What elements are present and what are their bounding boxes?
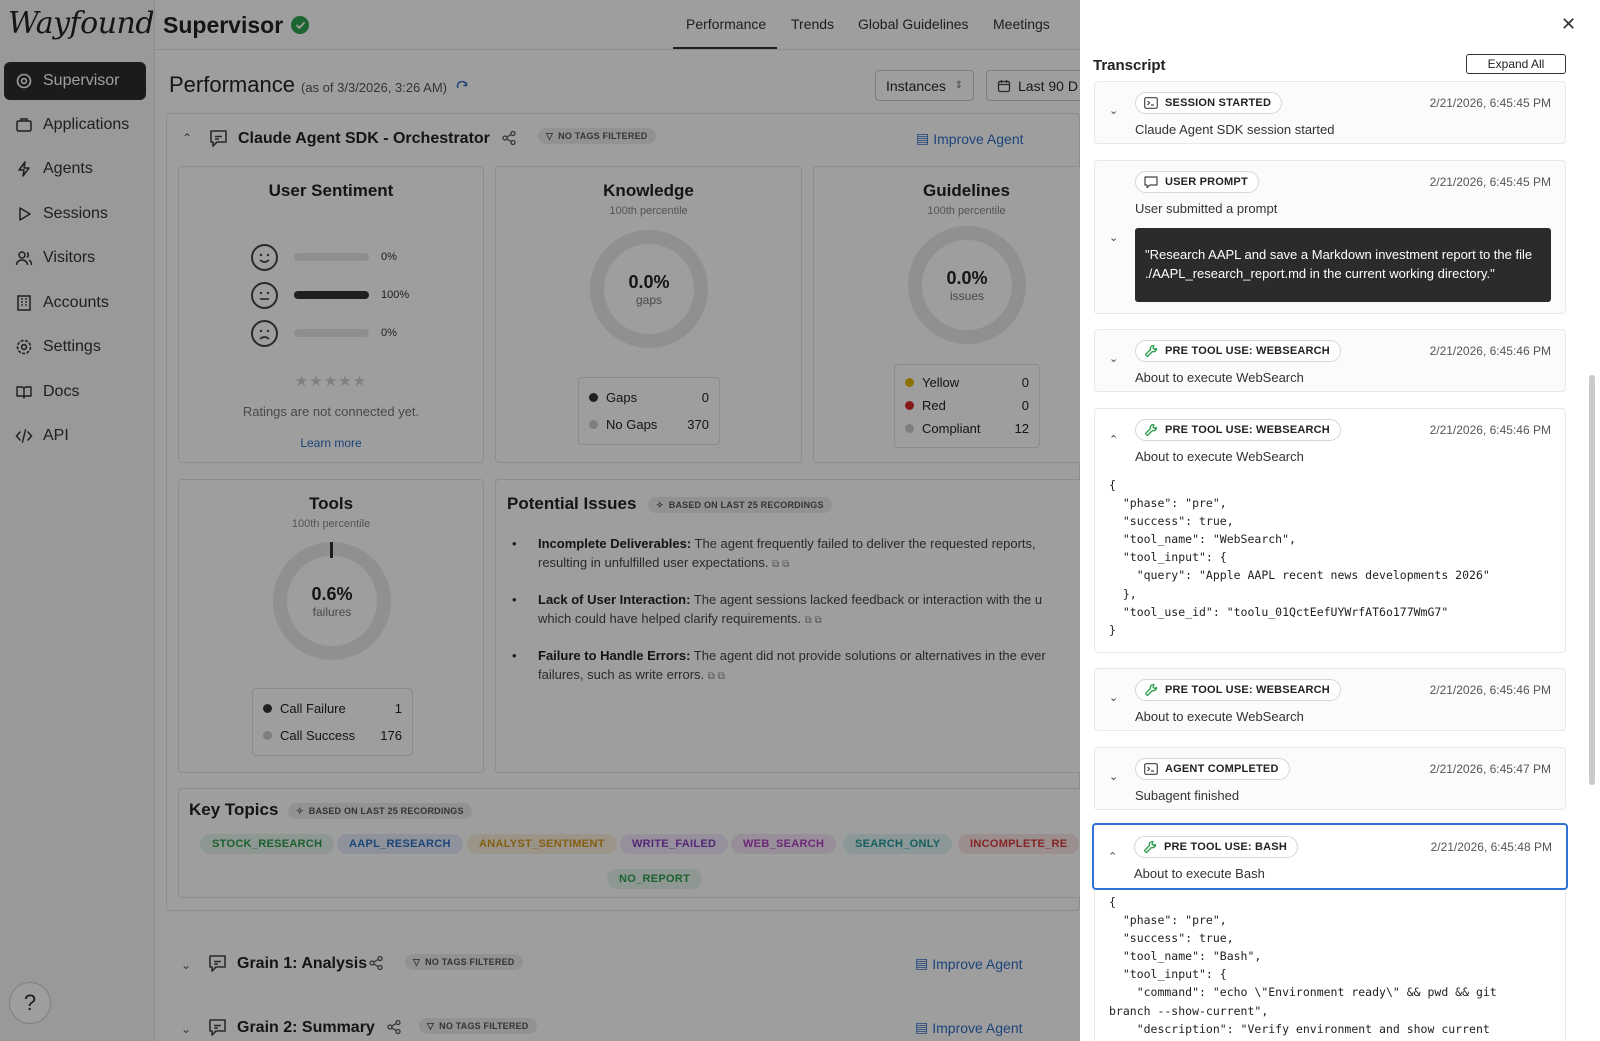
event-description: User submitted a prompt bbox=[1135, 201, 1278, 216]
event-description: Claude Agent SDK session started bbox=[1135, 122, 1335, 137]
event-badge: AGENT COMPLETED bbox=[1135, 758, 1290, 780]
chevron-up-icon[interactable]: ⌃ bbox=[1108, 850, 1117, 863]
transcript-title: Transcript bbox=[1093, 57, 1166, 74]
event-description: Subagent finished bbox=[1135, 788, 1240, 803]
chevron-down-icon[interactable]: ⌄ bbox=[1109, 104, 1118, 117]
terminal-icon bbox=[1144, 763, 1158, 775]
event-badge: PRE TOOL USE: WEBSEARCH bbox=[1135, 679, 1341, 701]
event-type: SESSION STARTED bbox=[1165, 97, 1272, 109]
transcript-event[interactable]: ⌃ PRE TOOL USE: WEBSEARCH 2/21/2026, 6:4… bbox=[1094, 408, 1566, 653]
transcript-event[interactable]: ⌄ PRE TOOL USE: WEBSEARCH 2/21/2026, 6:4… bbox=[1094, 668, 1566, 731]
event-time: 2/21/2026, 6:45:45 PM bbox=[1429, 175, 1551, 189]
event-badge: PRE TOOL USE: WEBSEARCH bbox=[1135, 419, 1341, 441]
wrench-icon bbox=[1144, 683, 1158, 697]
event-description: About to execute WebSearch bbox=[1135, 449, 1304, 464]
close-icon[interactable]: ✕ bbox=[1561, 14, 1576, 35]
event-description: About to execute WebSearch bbox=[1135, 709, 1304, 724]
transcript-event[interactable]: ⌄ PRE TOOL USE: WEBSEARCH 2/21/2026, 6:4… bbox=[1094, 329, 1566, 392]
event-type: AGENT COMPLETED bbox=[1165, 763, 1279, 775]
chevron-up-icon[interactable]: ⌃ bbox=[1109, 433, 1118, 446]
event-description: About to execute WebSearch bbox=[1135, 370, 1304, 385]
transcript-event[interactable]: ⌄ USER PROMPT 2/21/2026, 6:45:45 PM User… bbox=[1094, 160, 1566, 314]
chevron-down-icon[interactable]: ⌄ bbox=[1109, 770, 1118, 783]
expand-all-button[interactable]: Expand All bbox=[1466, 54, 1566, 74]
chat-icon bbox=[1144, 176, 1158, 188]
event-type: PRE TOOL USE: WEBSEARCH bbox=[1165, 345, 1330, 357]
event-badge: PRE TOOL USE: BASH bbox=[1134, 836, 1298, 858]
chevron-down-icon[interactable]: ⌄ bbox=[1109, 231, 1118, 244]
event-json-container: { "phase": "pre", "success": true, "tool… bbox=[1094, 890, 1566, 1041]
wrench-icon bbox=[1143, 840, 1157, 854]
event-time: 2/21/2026, 6:45:46 PM bbox=[1429, 344, 1551, 358]
chevron-down-icon[interactable]: ⌄ bbox=[1109, 691, 1118, 704]
user-prompt-text: "Research AAPL and save a Markdown inves… bbox=[1135, 228, 1551, 302]
wrench-icon bbox=[1144, 344, 1158, 358]
transcript-event-selected[interactable]: ⌃ PRE TOOL USE: BASH 2/21/2026, 6:45:48 … bbox=[1092, 823, 1568, 890]
event-type: USER PROMPT bbox=[1165, 176, 1248, 188]
terminal-icon bbox=[1144, 97, 1158, 109]
event-type: PRE TOOL USE: WEBSEARCH bbox=[1165, 424, 1330, 436]
event-type: PRE TOOL USE: WEBSEARCH bbox=[1165, 684, 1330, 696]
event-badge: USER PROMPT bbox=[1135, 171, 1259, 193]
event-description: About to execute Bash bbox=[1134, 866, 1265, 881]
event-time: 2/21/2026, 6:45:46 PM bbox=[1429, 683, 1551, 697]
modal-backdrop[interactable] bbox=[0, 0, 1080, 1041]
event-json-payload: { "phase": "pre", "success": true, "tool… bbox=[1109, 478, 1490, 637]
event-time: 2/21/2026, 6:45:48 PM bbox=[1430, 840, 1552, 854]
transcript-event[interactable]: ⌄ AGENT COMPLETED 2/21/2026, 6:45:47 PM … bbox=[1094, 747, 1566, 810]
event-badge: SESSION STARTED bbox=[1135, 92, 1283, 114]
event-time: 2/21/2026, 6:45:46 PM bbox=[1429, 423, 1551, 437]
transcript-event[interactable]: ⌄ SESSION STARTED 2/21/2026, 6:45:45 PM … bbox=[1094, 81, 1566, 144]
event-time: 2/21/2026, 6:45:47 PM bbox=[1429, 762, 1551, 776]
wrench-icon bbox=[1144, 423, 1158, 437]
event-badge: PRE TOOL USE: WEBSEARCH bbox=[1135, 340, 1341, 362]
transcript-scrollbar[interactable] bbox=[1589, 375, 1595, 785]
chevron-down-icon[interactable]: ⌄ bbox=[1109, 352, 1118, 365]
event-type: PRE TOOL USE: BASH bbox=[1164, 841, 1287, 853]
event-time: 2/21/2026, 6:45:45 PM bbox=[1429, 96, 1551, 110]
event-json-payload: { "phase": "pre", "success": true, "tool… bbox=[1109, 895, 1497, 1036]
